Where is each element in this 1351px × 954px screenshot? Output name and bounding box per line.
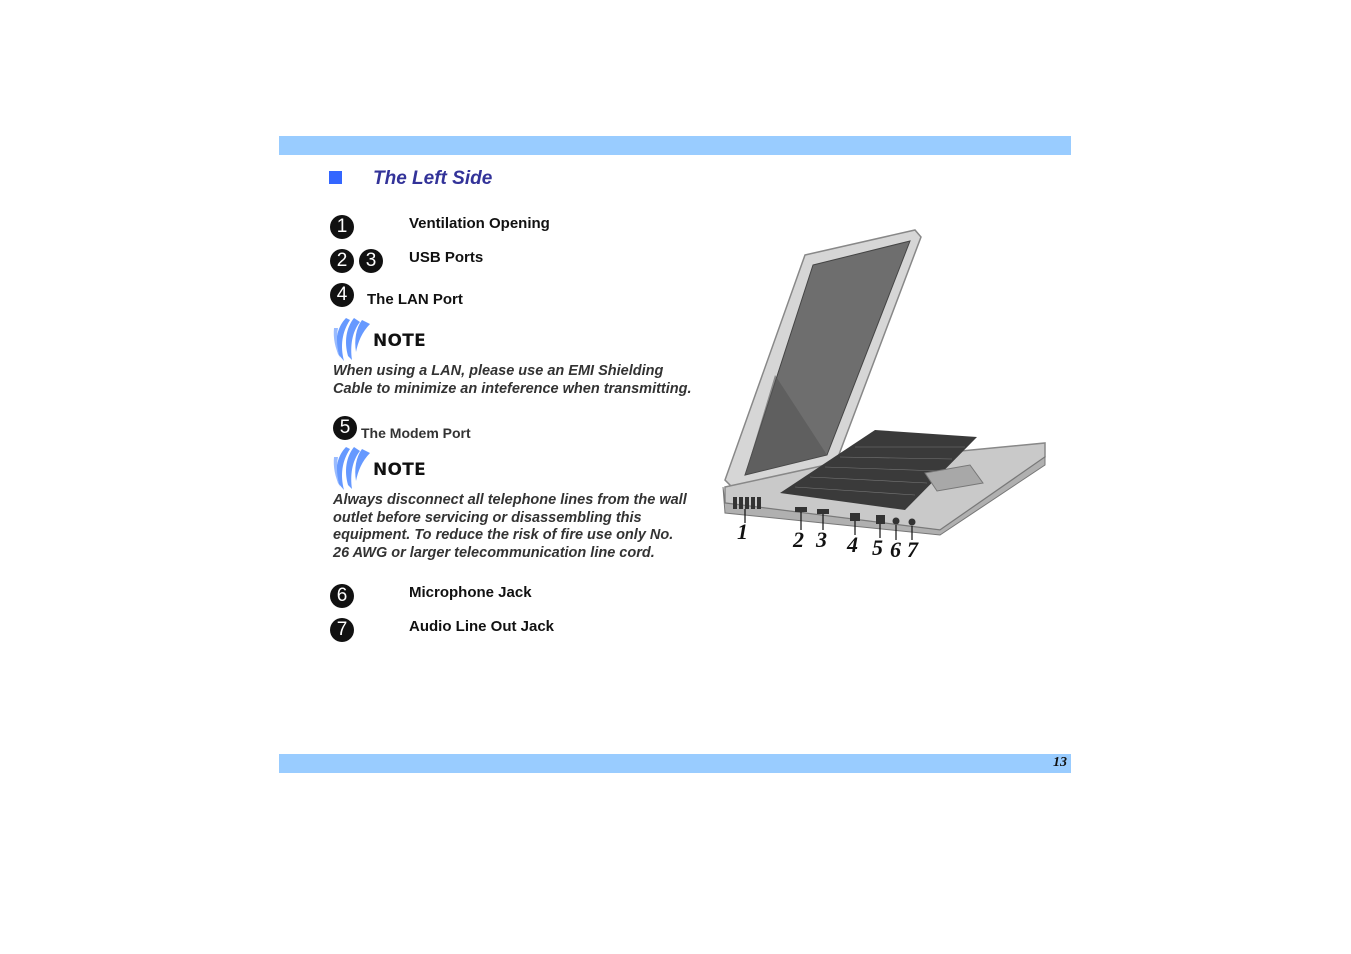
section-title: The Left Side bbox=[373, 168, 493, 189]
note-icon bbox=[333, 447, 370, 490]
note-text-lan: When using a LAN, please use an EMI Shie… bbox=[333, 363, 692, 397]
number-badge-1: 1 bbox=[330, 215, 354, 239]
callout-3: 3 bbox=[815, 527, 827, 552]
number-badge-7: 7 bbox=[330, 618, 354, 642]
number-badge-5: 5 bbox=[333, 416, 357, 440]
note-label: NOTE bbox=[373, 331, 427, 351]
header-band bbox=[279, 136, 1071, 155]
item-label-ventilation: Ventilation Opening bbox=[409, 215, 550, 232]
note-icon bbox=[333, 318, 370, 361]
note-label: NOTE bbox=[373, 460, 427, 480]
note-heading-modem: NOTE bbox=[332, 445, 442, 491]
item-label-usb: USB Ports bbox=[409, 249, 484, 266]
item-label-lan: The LAN Port bbox=[367, 291, 463, 308]
footer-band: 13 bbox=[279, 754, 1071, 773]
callout-4: 4 bbox=[846, 532, 858, 557]
section-bullet bbox=[329, 171, 342, 184]
number-badge-4: 4 bbox=[330, 283, 354, 307]
callout-6: 6 bbox=[890, 537, 901, 562]
note-heading-lan: NOTE bbox=[332, 316, 442, 362]
laptop-left-side-figure: 1 2 3 4 5 6 7 bbox=[722, 229, 1046, 562]
item-label-microphone: Microphone Jack bbox=[409, 584, 532, 601]
callout-5: 5 bbox=[872, 535, 883, 560]
page-number: 13 bbox=[1053, 755, 1067, 770]
item-label-audio-out: Audio Line Out Jack bbox=[409, 618, 555, 635]
number-badge-6: 6 bbox=[330, 584, 354, 608]
item-label-modem: The Modem Port bbox=[361, 425, 471, 441]
callout-2: 2 bbox=[792, 527, 804, 552]
number-badge-2: 2 bbox=[330, 249, 354, 273]
callout-7: 7 bbox=[907, 537, 919, 562]
callout-1: 1 bbox=[737, 519, 748, 544]
note-text-modem: Always disconnect all telephone lines fr… bbox=[333, 492, 687, 561]
number-badge-3: 3 bbox=[359, 249, 383, 273]
